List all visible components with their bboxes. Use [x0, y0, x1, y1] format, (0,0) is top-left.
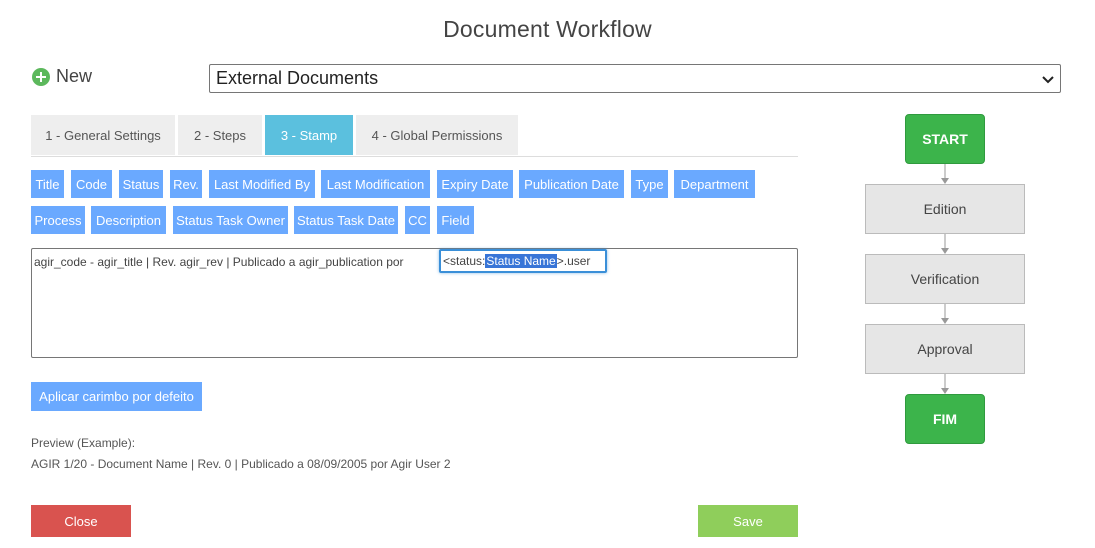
workflow-step-verification[interactable]: Verification [865, 254, 1025, 304]
workflow-end-node[interactable]: FIM [905, 394, 985, 444]
workflow-step-edition[interactable]: Edition [865, 184, 1025, 234]
workflow-start-node[interactable]: START [905, 114, 985, 164]
workflow-step-approval[interactable]: Approval [865, 324, 1025, 374]
